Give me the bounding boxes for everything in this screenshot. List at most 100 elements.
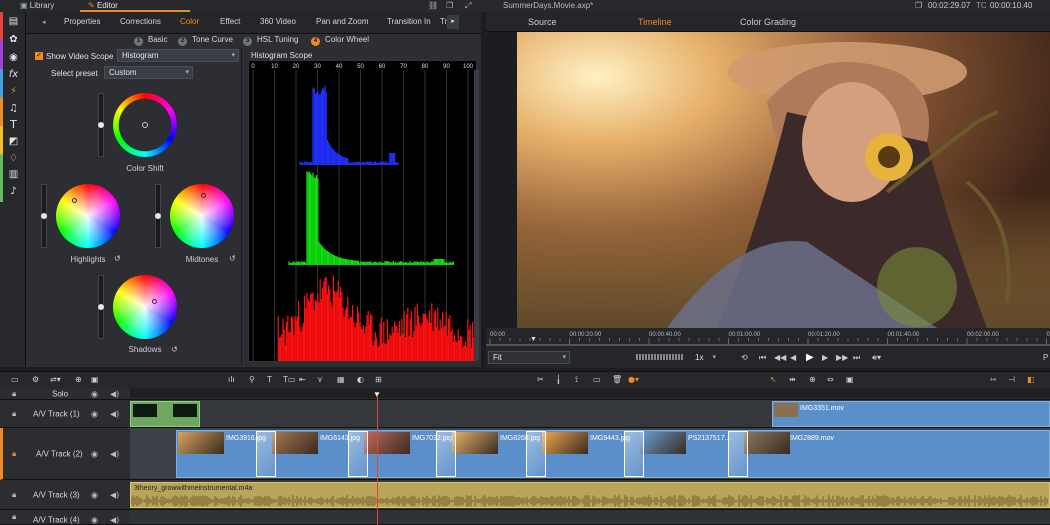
- scope-type-dropdown[interactable]: Histogram: [117, 49, 239, 62]
- show-scope-checkbox[interactable]: ✓: [35, 52, 43, 60]
- lock-icon[interactable]: 🔒︎: [12, 512, 16, 522]
- lock-icon[interactable]: 🔒︎: [12, 490, 16, 500]
- tab-effect[interactable]: Effect: [220, 17, 240, 26]
- fit-dropdown[interactable]: Fit: [488, 351, 570, 364]
- volume-icon[interactable]: 🔊︎▾: [872, 353, 881, 363]
- play-icon[interactable]: ▶: [806, 352, 814, 363]
- monitor-icon[interactable]: ▭: [11, 375, 19, 384]
- tool-icon[interactable]: ⇤: [299, 375, 306, 384]
- timecode-display[interactable]: 00:00:10.40: [990, 1, 1032, 10]
- highlights-slider[interactable]: [41, 184, 47, 248]
- text-box-icon[interactable]: T▭: [283, 375, 295, 384]
- lock-icon[interactable]: 🔒︎: [12, 409, 16, 419]
- color-wheel-icon[interactable]: ✿: [8, 34, 19, 45]
- eye-icon[interactable]: ◉: [91, 516, 98, 525]
- copy-icon[interactable]: ❐: [446, 1, 453, 10]
- playhead-marker-icon[interactable]: ▼: [530, 336, 537, 343]
- window-icon[interactable]: ❐: [915, 1, 922, 10]
- go-start-icon[interactable]: ⏮: [759, 353, 766, 363]
- wheel-handle[interactable]: [72, 198, 77, 203]
- track-1-clip-right[interactable]: IMG3351.mov: [772, 401, 1050, 427]
- eye-icon[interactable]: ◉: [91, 389, 98, 398]
- subtab-hsl-tuning[interactable]: 3 HSL Tuning: [243, 35, 299, 46]
- tool-dropdown-icon[interactable]: ⇌▾: [50, 375, 61, 384]
- transition-marker[interactable]: [436, 431, 456, 477]
- tab-color-grading[interactable]: Color Grading: [740, 17, 796, 27]
- pointer-icon[interactable]: ↖: [770, 375, 777, 384]
- timeline-playhead[interactable]: [377, 395, 378, 525]
- grid-icon[interactable]: ▦: [337, 375, 345, 384]
- snap-icon[interactable]: ⇿: [990, 375, 997, 384]
- zoom-icon[interactable]: ⇔: [827, 375, 834, 384]
- audio-clip[interactable]: 3theory_growwithmeinstrumental.m4a: [130, 482, 1050, 508]
- transition-marker[interactable]: [348, 431, 368, 477]
- video-preview[interactable]: [517, 32, 1050, 328]
- marker-add-icon[interactable]: ●▾: [628, 375, 639, 384]
- tab-timeline[interactable]: Timeline: [638, 17, 672, 27]
- step-forward-icon[interactable]: ▶▶: [836, 353, 848, 362]
- midtones-reset-icon[interactable]: ↺: [229, 254, 236, 263]
- speaker-icon[interactable]: ◀): [110, 490, 119, 499]
- shadows-reset-icon[interactable]: ↺: [171, 345, 178, 354]
- audio-scrub-icon[interactable]: ◧: [1027, 375, 1035, 384]
- slider-knob[interactable]: [98, 122, 104, 128]
- timeline-ruler[interactable]: ▼: [130, 388, 1050, 399]
- tab-pan-and-zoom[interactable]: Pan and Zoom: [316, 17, 368, 26]
- subtab-color-wheel[interactable]: 4 Color Wheel: [311, 35, 369, 46]
- speed-dropdown[interactable]: 1x: [690, 351, 720, 364]
- montage-icon[interactable]: ▥: [8, 169, 19, 180]
- delete-icon[interactable]: 🗑︎: [612, 375, 622, 384]
- storyboard-icon[interactable]: ▣: [91, 375, 99, 384]
- transition-icon[interactable]: ◩: [8, 136, 19, 147]
- highlights-reset-icon[interactable]: ↺: [114, 254, 121, 263]
- center-icon[interactable]: ⊕: [809, 375, 816, 384]
- library-button[interactable]: ▣ Library: [20, 1, 54, 10]
- flash-icon[interactable]: ⚡: [8, 86, 19, 97]
- lock-icon[interactable]: 🔒︎: [12, 389, 16, 399]
- track-2-name[interactable]: A/V Track (2): [36, 449, 83, 458]
- eye-icon[interactable]: ◉: [91, 490, 98, 499]
- image-icon[interactable]: ▣: [846, 375, 854, 384]
- color-shift-slider[interactable]: [98, 93, 104, 157]
- expand-icon[interactable]: ⤢: [465, 1, 471, 11]
- tab-360-video[interactable]: 360 Video: [260, 17, 296, 26]
- add-track-icon[interactable]: ⊕: [75, 375, 82, 384]
- audio-mixer-icon[interactable]: ılı: [228, 375, 235, 384]
- midtones-slider[interactable]: [155, 184, 161, 248]
- eye-icon[interactable]: ◉: [91, 409, 98, 418]
- tab-color[interactable]: Color: [180, 17, 199, 26]
- tabs-right-arrow-icon[interactable]: ▸: [447, 15, 459, 29]
- shadows-slider[interactable]: [98, 275, 104, 339]
- audio-icon[interactable]: ♪: [8, 186, 19, 197]
- frame-forward-icon[interactable]: ▶: [822, 353, 828, 362]
- transition-marker[interactable]: [728, 431, 748, 477]
- wheel-handle[interactable]: [201, 193, 206, 198]
- track-1-clip-left[interactable]: [130, 401, 200, 427]
- wheel-handle[interactable]: [152, 299, 157, 304]
- editor-button[interactable]: ✎ Editor: [88, 1, 118, 10]
- subtab-basic[interactable]: 1 Basic: [134, 35, 168, 46]
- panel-scrollbar[interactable]: [474, 70, 479, 360]
- track-3-name[interactable]: A/V Track (3): [33, 490, 80, 499]
- settings-icon[interactable]: ⚙: [32, 375, 39, 384]
- slider-knob[interactable]: [41, 213, 47, 219]
- tab-source[interactable]: Source: [528, 17, 557, 27]
- magnet-icon[interactable]: ⊣: [1008, 375, 1015, 384]
- speaker-icon[interactable]: ◀): [110, 449, 119, 458]
- tab-corrections[interactable]: Corrections: [120, 17, 161, 26]
- preview-ruler[interactable]: 00:00 00:00:20.00 00:00:40.00 00:01:00.00 00…: [486, 328, 1050, 346]
- track-1-name[interactable]: A/V Track (1): [33, 409, 80, 418]
- fullscreen-icon[interactable]: P: [1043, 353, 1048, 362]
- go-end-icon[interactable]: ⏭: [853, 353, 860, 363]
- speaker-icon[interactable]: ◀): [110, 516, 119, 525]
- speaker-icon[interactable]: ◀): [110, 409, 119, 418]
- subtab-tone-curve[interactable]: 2 Tone Curve: [178, 35, 233, 46]
- loop-icon[interactable]: ⟲: [741, 353, 748, 362]
- slider-knob[interactable]: [98, 304, 104, 310]
- fit-timeline-icon[interactable]: ⇹: [789, 375, 796, 384]
- marker-icon[interactable]: ⚲: [249, 375, 255, 384]
- midtones-wheel[interactable]: [170, 184, 234, 248]
- tabs-left-arrow-icon[interactable]: ◂: [42, 18, 46, 26]
- eye-icon[interactable]: ◉: [91, 449, 98, 458]
- jog-shuttle[interactable]: [636, 354, 684, 360]
